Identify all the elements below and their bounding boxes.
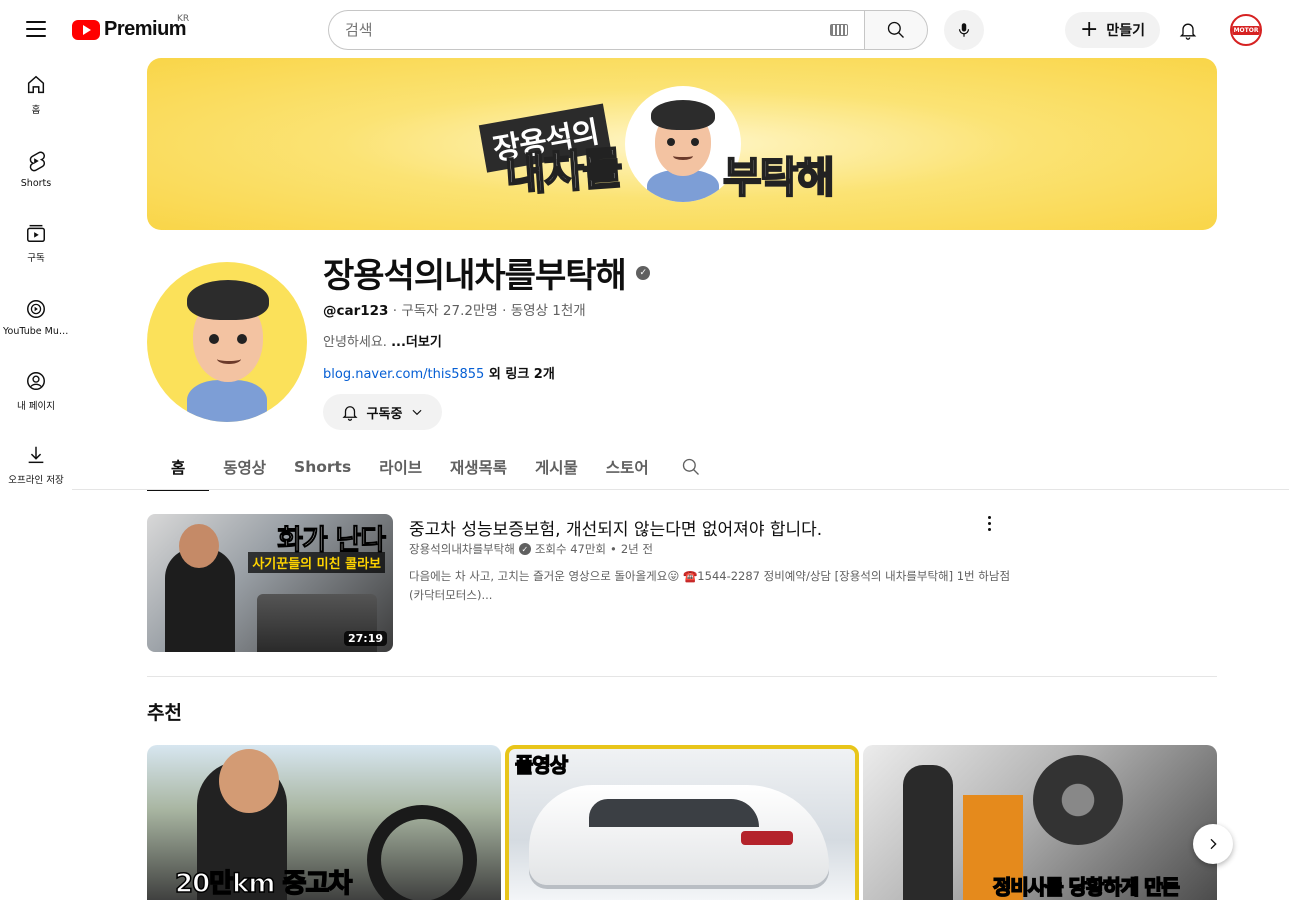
channel-link[interactable]: blog.naver.com/this5855 bbox=[323, 367, 484, 382]
banner-title-line3: 부탁해 bbox=[722, 152, 836, 203]
sidebar-item-home[interactable]: 홈 bbox=[0, 58, 72, 132]
subscriptions-icon bbox=[27, 224, 45, 242]
channel-avatar[interactable] bbox=[147, 262, 307, 422]
bell-icon bbox=[342, 406, 358, 421]
channel-links: blog.naver.com/this5855 외 링크 2개 bbox=[323, 363, 555, 382]
channel-meta: @car123 · 구독자 27.2만명 · 동영상 1천개 bbox=[323, 299, 586, 319]
section-divider bbox=[147, 676, 1217, 677]
verified-icon: ✓ bbox=[518, 543, 531, 555]
search-button[interactable] bbox=[864, 10, 928, 50]
home-icon bbox=[27, 75, 45, 94]
subscribed-label: 구독중 bbox=[366, 406, 403, 422]
sidebar-item-my-page[interactable]: 내 페이지 bbox=[0, 354, 72, 428]
channel-banner: 장용석의 내차를 부탁해 bbox=[147, 58, 1217, 230]
more-links[interactable]: 외 링크 2개 bbox=[484, 367, 555, 382]
channel-subscribers: 구독자 27.2만명 bbox=[401, 303, 498, 319]
create-label: 만들기 bbox=[1106, 23, 1146, 39]
sidebar-item-label: 홈 bbox=[31, 105, 41, 116]
tab-videos[interactable]: 동영상 bbox=[209, 444, 280, 490]
more-actions-icon[interactable] bbox=[978, 512, 1000, 534]
section-title: 추천 bbox=[147, 702, 182, 724]
search-icon bbox=[682, 458, 699, 475]
microphone-icon bbox=[958, 23, 970, 37]
tab-shorts[interactable]: Shorts bbox=[280, 444, 365, 490]
verified-icon: ✓ bbox=[635, 265, 650, 280]
channel-handle: @car123 bbox=[323, 303, 389, 319]
channel-video-count: 동영상 1천개 bbox=[510, 303, 586, 319]
search-bar bbox=[328, 10, 928, 50]
channel-name-text: 장용석의내차를부탁해 bbox=[323, 256, 627, 296]
youtube-play-icon bbox=[72, 19, 100, 40]
sidebar-item-label: 오프라인 저장 bbox=[8, 475, 64, 486]
sidebar-item-label: 구독 bbox=[27, 253, 45, 264]
plus-icon: + bbox=[1079, 17, 1099, 42]
channel-tabs: 홈 동영상 Shorts 라이브 재생목록 게시물 스토어 bbox=[147, 444, 719, 491]
sidebar-item-downloads[interactable]: 오프라인 저장 bbox=[0, 428, 72, 502]
voice-search-button[interactable] bbox=[944, 10, 984, 50]
featured-views: 조회수 47만회 bbox=[534, 542, 607, 556]
chevron-down-icon bbox=[412, 409, 422, 416]
search-icon bbox=[887, 21, 904, 38]
youtube-premium-logo[interactable]: Premium bbox=[72, 18, 187, 41]
account-icon bbox=[27, 372, 45, 390]
tab-posts[interactable]: 게시물 bbox=[521, 444, 592, 490]
more-link[interactable]: ...더보기 bbox=[391, 335, 442, 350]
featured-channel-name[interactable]: 장용석의내차를부탁해 bbox=[409, 541, 515, 557]
sidebar-item-subscriptions[interactable]: 구독 bbox=[0, 206, 72, 280]
avatar-text: MOTOR bbox=[1232, 25, 1260, 35]
tabs-divider bbox=[72, 489, 1289, 490]
thumbnail-caption: 20만km 중고차 bbox=[174, 868, 353, 900]
meta-separator: · bbox=[502, 303, 511, 319]
shorts-icon bbox=[29, 151, 45, 171]
search-box[interactable] bbox=[328, 10, 864, 50]
thumbnail-caption: 정비사를 당황하게 만든 bbox=[992, 874, 1180, 900]
bell-icon bbox=[1179, 23, 1197, 40]
search-input[interactable] bbox=[345, 21, 785, 39]
account-avatar[interactable]: MOTOR bbox=[1230, 14, 1262, 46]
tab-home[interactable]: 홈 bbox=[147, 444, 210, 491]
sidebar-item-label: Shorts bbox=[20, 177, 52, 189]
channel-name: 장용석의내차를부탁해 ✓ bbox=[323, 248, 650, 297]
meta-separator: • bbox=[610, 542, 617, 556]
channel-search-button[interactable] bbox=[663, 444, 719, 490]
menu-icon[interactable] bbox=[20, 14, 52, 44]
thumbnail-caption: 풀영상 bbox=[514, 752, 568, 777]
sidebar: 홈 Shorts 구독 YouTube Music 내 페이지 오프라인 저장 bbox=[0, 58, 72, 502]
channel-description[interactable]: 안녕하세요. ...더보기 bbox=[323, 331, 442, 350]
create-button[interactable]: + 만들기 bbox=[1065, 12, 1160, 48]
banner-title-line2: 내차를 bbox=[503, 142, 624, 203]
youtube-music-icon bbox=[27, 299, 45, 318]
carousel-next-button[interactable] bbox=[1193, 824, 1233, 864]
tab-playlists[interactable]: 재생목록 bbox=[436, 444, 521, 490]
featured-age: 2년 전 bbox=[620, 542, 653, 556]
recommended-video-thumbnail[interactable]: 풀영상 bbox=[505, 745, 859, 900]
channel-description-text: 안녕하세요. bbox=[323, 335, 392, 350]
tab-store[interactable]: 스토어 bbox=[592, 444, 663, 490]
top-bar: Premium KR + 만들기 MOTOR bbox=[0, 0, 1289, 58]
sidebar-item-label: YouTube Music bbox=[3, 325, 69, 337]
logo-text: Premium bbox=[104, 18, 187, 40]
video-duration: 27:19 bbox=[343, 631, 387, 646]
tab-live[interactable]: 라이브 bbox=[365, 444, 436, 490]
thumbnail-subtitle-text: 사기꾼들의 미친 콜라보 bbox=[248, 552, 385, 573]
featured-video-title[interactable]: 중고차 성능보증보험, 개선되지 않는다면 없어져야 합니다. bbox=[409, 515, 822, 540]
featured-video-meta: 장용석의내차를부탁해 ✓ 조회수 47만회 • 2년 전 bbox=[409, 541, 653, 557]
recommended-video-thumbnail[interactable]: 정비사를 당황하게 만든 bbox=[863, 745, 1217, 900]
keyboard-icon[interactable] bbox=[830, 24, 848, 36]
recommended-video-thumbnail[interactable]: 20만km 중고차 bbox=[147, 745, 501, 900]
download-icon bbox=[28, 446, 44, 464]
featured-video-description: 다음에는 차 사고, 고치는 즐거운 영상으로 돌아올게요😛 ☎️1544-22… bbox=[409, 569, 1011, 602]
notifications-button[interactable] bbox=[1172, 14, 1204, 46]
sidebar-item-label: 내 페이지 bbox=[17, 401, 55, 412]
sidebar-item-shorts[interactable]: Shorts bbox=[0, 132, 72, 206]
chevron-right-icon bbox=[1210, 838, 1217, 850]
sidebar-item-youtube-music[interactable]: YouTube Music bbox=[0, 280, 72, 354]
featured-video-thumbnail[interactable]: 화가 난다 사기꾼들의 미친 콜라보 27:19 bbox=[147, 514, 393, 652]
subscribed-button[interactable]: 구독중 bbox=[323, 394, 442, 430]
logo-region: KR bbox=[177, 14, 190, 24]
